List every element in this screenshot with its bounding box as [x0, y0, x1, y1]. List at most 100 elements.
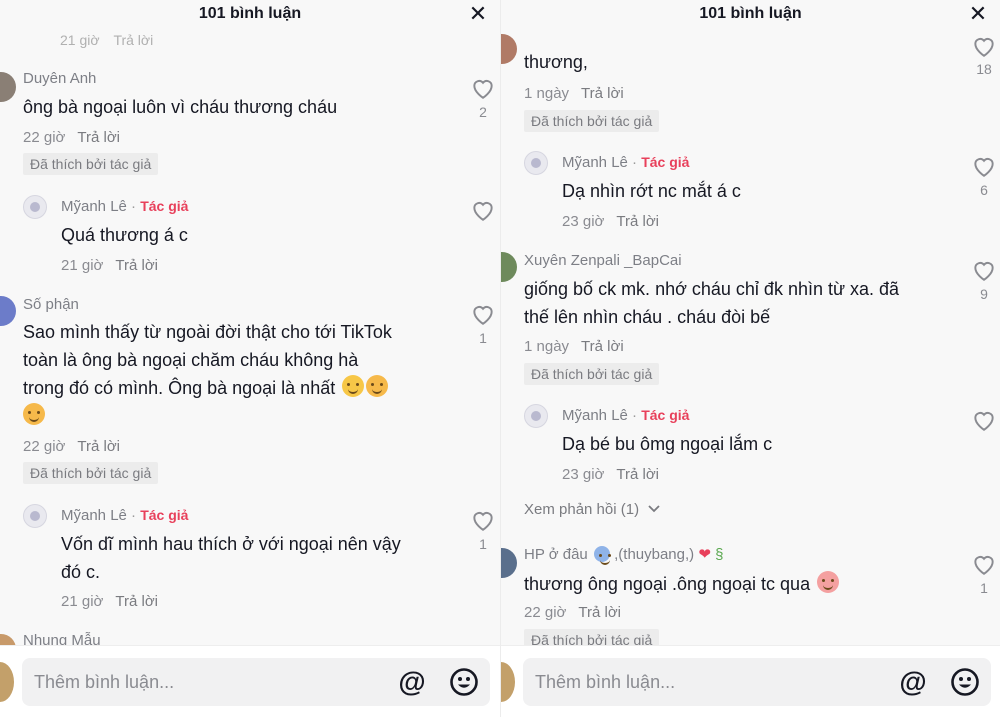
comment-meta: 23 giờ Trả lời — [562, 466, 659, 483]
heart-icon[interactable] — [470, 198, 496, 224]
close-icon[interactable]: ✕ — [466, 2, 490, 26]
comment-text: thương, — [524, 52, 588, 72]
comment-username[interactable]: Số phận — [23, 296, 79, 313]
comment-input-container[interactable]: @ — [523, 658, 991, 706]
avatar — [501, 662, 515, 702]
heart-icon[interactable] — [470, 76, 496, 102]
comment-text: Quá thương á c — [61, 225, 188, 245]
comment-time: 22 giờ — [23, 129, 66, 146]
reply-button[interactable]: Trả lời — [581, 338, 624, 355]
relieved-face-emoji — [23, 403, 45, 425]
comment-text: Dạ bé bu ômg ngoại lắm c — [562, 434, 773, 454]
smiling-face-with-hearts-emoji — [817, 571, 840, 593]
comments-header: 101 bình luận ✕ — [0, 0, 500, 30]
reply-button[interactable]: Trả lời — [77, 129, 120, 146]
view-replies-button[interactable]: Xem phản hồi (1) — [524, 501, 661, 518]
heart-icon[interactable] — [470, 302, 496, 328]
comment-meta: 1 ngày Trả lời — [524, 338, 624, 355]
comments-header: 101 bình luận ✕ — [501, 0, 1000, 30]
avatar — [0, 662, 14, 702]
comment-time: 21 giờ — [61, 593, 104, 610]
author-tag: Tác giả — [140, 198, 189, 214]
heart-gift-emoji: ❤ — [698, 546, 711, 563]
heart-icon[interactable] — [971, 34, 997, 60]
dragon-emoji: § — [715, 546, 724, 563]
comment-meta: 22 giờ Trả lời — [23, 129, 120, 146]
comment-username[interactable]: Xuyên Zenpali _BapCai — [524, 252, 682, 269]
comment-list[interactable]: thương, 1 ngày Trả lời Đã thích bởi tác g… — [501, 0, 1000, 648]
heart-icon[interactable] — [470, 508, 496, 534]
comment-username[interactable]: Mỹanh Lê · Tác giả — [562, 407, 689, 424]
comment-composer: @ — [0, 645, 500, 717]
avatar[interactable] — [501, 252, 517, 282]
comment-username[interactable]: Mỹanh Lê · Tác giả — [562, 154, 689, 171]
comment-time: 23 giờ — [562, 466, 605, 483]
liked-by-author-badge: Đã thích bởi tác giả — [524, 363, 660, 385]
like-count: 1 — [479, 536, 487, 552]
avatar[interactable] — [0, 296, 16, 326]
avatar[interactable] — [501, 548, 517, 578]
comment-text: Sao mình thấy từ ngoài đời thật cho tới … — [23, 318, 392, 430]
avatar[interactable] — [23, 504, 47, 528]
comment-time: 1 ngày — [524, 338, 570, 355]
comment-username[interactable]: Mỹanh Lê · Tác giả — [61, 198, 188, 215]
heart-icon[interactable] — [971, 258, 997, 284]
mention-icon[interactable]: @ — [396, 666, 428, 698]
reply-button[interactable]: Trả lời — [616, 213, 659, 230]
emoji-icon[interactable] — [448, 666, 480, 698]
comment-meta: 1 ngày Trả lời — [524, 85, 624, 102]
comment-time: 23 giờ — [562, 213, 605, 230]
comment-text: ông bà ngoại luôn vì cháu thương cháu — [23, 97, 338, 117]
reply-button[interactable]: Trả lời — [115, 593, 158, 610]
reply-button[interactable]: Trả lời — [616, 466, 659, 483]
comment-input[interactable] — [34, 666, 374, 698]
emoji-icon[interactable] — [949, 666, 981, 698]
comment-time: 22 giờ — [23, 438, 66, 455]
avatar[interactable] — [501, 34, 517, 64]
reply-button[interactable]: Trả lời — [77, 438, 120, 455]
comment-count-title: 101 bình luận — [198, 5, 302, 22]
avatar[interactable] — [524, 151, 548, 175]
heart-icon[interactable] — [971, 552, 997, 578]
liked-by-author-badge: Đã thích bởi tác giả — [23, 462, 159, 484]
liked-by-author-badge: Đã thích bởi tác giả — [23, 153, 159, 175]
comments-panel-left: 21 giờ Trả lời Duyên Anh ông bà ngoại lu… — [0, 0, 500, 717]
author-tag: Tác giả — [641, 154, 690, 170]
relieved-face-emoji — [366, 375, 389, 397]
avatar[interactable] — [524, 404, 548, 428]
comment-composer: @ — [501, 645, 1000, 717]
mention-icon[interactable]: @ — [897, 666, 929, 698]
comment-count-title: 101 bình luận — [699, 5, 802, 22]
author-tag: Tác giả — [641, 407, 690, 423]
author-tag: Tác giả — [140, 507, 189, 523]
reply-button[interactable]: Trả lời — [581, 85, 624, 102]
partial-comment-meta: 21 giờ Trả lời — [60, 32, 154, 48]
chevron-down-icon — [648, 505, 660, 513]
like-count: 18 — [976, 61, 992, 77]
avatar[interactable] — [23, 195, 47, 219]
anxious-face-emoji — [593, 546, 610, 565]
like-count: 6 — [980, 182, 988, 198]
heart-icon[interactable] — [971, 408, 997, 434]
comment-text: Vốn dĩ mình hau thích ở với ngoại nên vậ… — [61, 534, 401, 582]
like-count: 1 — [479, 330, 487, 346]
comment-list[interactable]: 21 giờ Trả lời Duyên Anh ông bà ngoại lu… — [0, 0, 500, 648]
comment-text: Dạ nhìn rớt nc mắt á c — [562, 181, 741, 201]
avatar[interactable] — [0, 72, 16, 102]
comment-username[interactable]: HP ở đâu ,(thuybang,) ❤ § — [524, 545, 724, 565]
comment-meta: 22 giờ Trả lời — [524, 604, 621, 621]
reply-button[interactable]: Trả lời — [578, 604, 621, 621]
comment-time: 21 giờ — [61, 257, 104, 274]
comment-text: giống bố ck mk. nhớ cháu chỉ đk nhìn từ … — [524, 279, 900, 327]
pleading-face-emoji — [342, 375, 365, 397]
liked-by-author-badge: Đã thích bởi tác giả — [524, 110, 660, 132]
comment-username[interactable]: Mỹanh Lê · Tác giả — [61, 507, 188, 524]
heart-icon[interactable] — [971, 154, 997, 180]
comment-input-container[interactable]: @ — [22, 658, 490, 706]
reply-button[interactable]: Trả lời — [115, 257, 158, 274]
comment-username[interactable]: Duyên Anh — [23, 70, 96, 87]
comment-meta: 22 giờ Trả lời — [23, 438, 120, 455]
comment-time: 22 giờ — [524, 604, 567, 621]
close-icon[interactable]: ✕ — [966, 2, 990, 26]
comment-input[interactable] — [535, 666, 875, 698]
